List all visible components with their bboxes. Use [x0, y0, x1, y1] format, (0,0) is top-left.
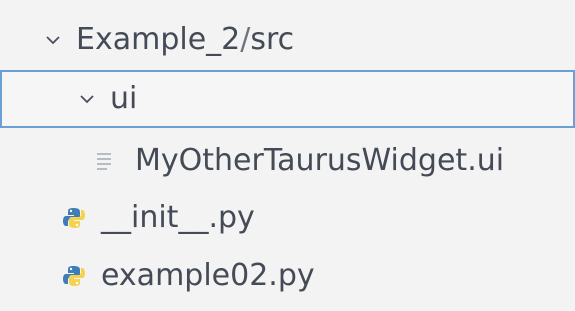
file-label: __init__.py	[101, 200, 255, 235]
file-label: MyOtherTaurusWidget.ui	[135, 143, 505, 178]
file-explorer-tree: Example_2 / src ui MyOtherTaurusWidget.u…	[0, 0, 575, 311]
file-label: example02.py	[101, 258, 315, 293]
path-separator: /	[240, 22, 251, 57]
root-subpath-label: src	[250, 22, 295, 57]
python-file-icon	[62, 264, 86, 288]
tree-item-example02-py[interactable]: example02.py	[0, 249, 575, 303]
text-file-icon	[95, 150, 115, 172]
folder-label: ui	[110, 81, 138, 116]
chevron-down-icon[interactable]	[79, 91, 95, 107]
root-folder-label: Example_2	[76, 22, 241, 57]
python-file-icon	[62, 206, 86, 230]
chevron-down-icon[interactable]	[45, 32, 61, 48]
tree-item-init-py[interactable]: __init__.py	[0, 191, 575, 245]
tree-item-ui-folder[interactable]: ui	[0, 70, 575, 128]
tree-root-row[interactable]: Example_2 / src	[0, 13, 575, 67]
tree-item-myothertauruswidget[interactable]: MyOtherTaurusWidget.ui	[0, 134, 575, 188]
